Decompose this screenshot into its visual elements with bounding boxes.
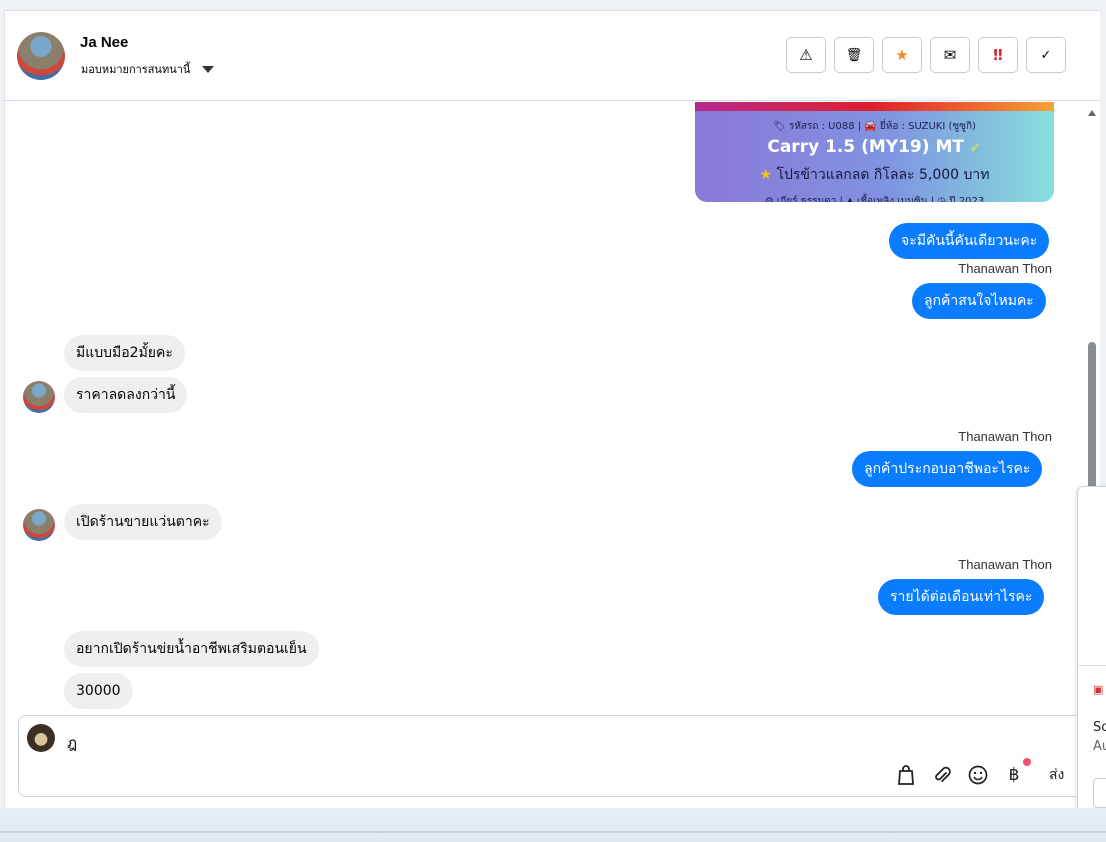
assign-label: มอบหมายการสนทนานี้ [81, 63, 191, 76]
sender-name: Thanawan Thon [958, 261, 1052, 276]
extension-icon: ▣ [1093, 683, 1104, 696]
outgoing-message[interactable]: จะมีคันนี้คันเดียวนะคะ [889, 223, 1050, 259]
sender-name: Thanawan Thon [958, 557, 1052, 572]
outgoing-message[interactable]: ลูกค้าประกอบอาชีพอะไรคะ [852, 451, 1043, 487]
incoming-message[interactable]: ราคาลดลงกว่านี้ [64, 377, 188, 413]
done-button[interactable]: ✓ [1026, 37, 1066, 73]
important-button[interactable]: ‼ [978, 37, 1018, 73]
report-button[interactable]: ⚠ [786, 37, 826, 73]
incoming-message[interactable]: อยากเปิดร้านข่ยน้ำอาชีพเสริมตอนเย็น [64, 631, 319, 667]
trash-icon: 🗑 [845, 47, 863, 63]
emoji-icon[interactable] [967, 764, 989, 786]
baht-icon[interactable]: ฿ [1003, 758, 1031, 786]
delete-button[interactable]: 🗑 [834, 37, 874, 73]
important-icon: ‼ [993, 46, 1003, 64]
contact-avatar-small[interactable] [23, 381, 55, 413]
contact-avatar-small[interactable] [23, 509, 55, 541]
chevron-down-icon [202, 65, 215, 73]
contact-name[interactable]: Ja Nee [80, 34, 128, 51]
message-input[interactable]: ฎ [67, 731, 77, 755]
header-actions: ⚠ 🗑 ★ ✉ ‼ ✓ [786, 37, 1066, 73]
message-composer[interactable]: ฎ ฿ ส่ง [18, 715, 1093, 797]
verified-icon: ✔ [969, 140, 982, 156]
popup-line-1: Sc [1093, 720, 1106, 735]
card-footer: ⚙ เกียร์ ธรรมดา | ▲ เชื้อเพลิง เบนซิน | … [764, 196, 985, 202]
star-button[interactable]: ★ [882, 37, 922, 73]
popup-button[interactable] [1093, 778, 1106, 808]
product-card[interactable]: 🏷 รหัสรถ : U088 | 🚘 ยี่ห้อ : SUZUKI (ซูซ… [695, 102, 1054, 202]
card-image-strip [695, 102, 1054, 111]
message-list[interactable]: 🏷 รหัสรถ : U088 | 🚘 ยี่ห้อ : SUZUKI (ซูซ… [5, 102, 1085, 714]
incoming-message[interactable]: มีแบบมือ2มั้ยคะ [64, 335, 185, 371]
conversation-header: Ja Nee มอบหมายการสนทนานี้ ⚠ 🗑 ★ ✉ ‼ ✓ [5, 11, 1100, 101]
bag-icon[interactable] [895, 764, 917, 786]
popup-line-2: Au [1093, 739, 1106, 754]
notification-dot [1023, 758, 1031, 766]
card-promo: ★ โปรข้าวแลกลด กิโลละ 5,000 บาท [695, 164, 1054, 186]
card-model: Carry 1.5 (MY19) MT ✔ [695, 137, 1054, 157]
sender-name: Thanawan Thon [958, 429, 1052, 444]
taskbar [0, 808, 1106, 842]
popup-divider [1078, 665, 1106, 666]
card-model-text: Carry 1.5 (MY19) MT [767, 137, 964, 157]
incoming-message[interactable]: เปิดร้านขายแว่นตาคะ [64, 504, 222, 540]
warning-icon: ⚠ [799, 46, 813, 64]
card-promo-text: โปรข้าวแลกลด กิโลละ 5,000 บาท [776, 167, 990, 183]
scroll-up-icon[interactable] [1088, 110, 1096, 116]
promo-star-icon: ★ [759, 167, 773, 183]
mark-unread-button[interactable]: ✉ [930, 37, 970, 73]
outgoing-message[interactable]: ลูกค้าสนใจไหมคะ [912, 283, 1046, 319]
check-icon: ✓ [1040, 47, 1052, 63]
taskbar-divider [0, 831, 1106, 833]
side-popup-panel[interactable]: ▣ Sc Au [1077, 486, 1106, 822]
card-code-line: 🏷 รหัสรถ : U088 | 🚘 ยี่ห้อ : SUZUKI (ซูซ… [773, 121, 976, 132]
contact-avatar[interactable] [17, 32, 65, 80]
page-avatar [27, 724, 55, 752]
outgoing-message[interactable]: รายได้ต่อเดือนเท่าไรคะ [878, 579, 1045, 615]
assign-conversation-dropdown[interactable]: มอบหมายการสนทนานี้ [81, 60, 215, 78]
paperclip-icon[interactable] [931, 764, 953, 786]
composer-toolbar: ฿ ส่ง [895, 758, 1064, 786]
send-button[interactable]: ส่ง [1049, 764, 1064, 786]
star-icon: ★ [895, 46, 909, 64]
chat-window: Ja Nee มอบหมายการสนทนานี้ ⚠ 🗑 ★ ✉ ‼ ✓ 🏷 … [4, 10, 1100, 808]
mail-icon: ✉ [943, 46, 957, 64]
incoming-message[interactable]: 30000 [64, 673, 133, 709]
